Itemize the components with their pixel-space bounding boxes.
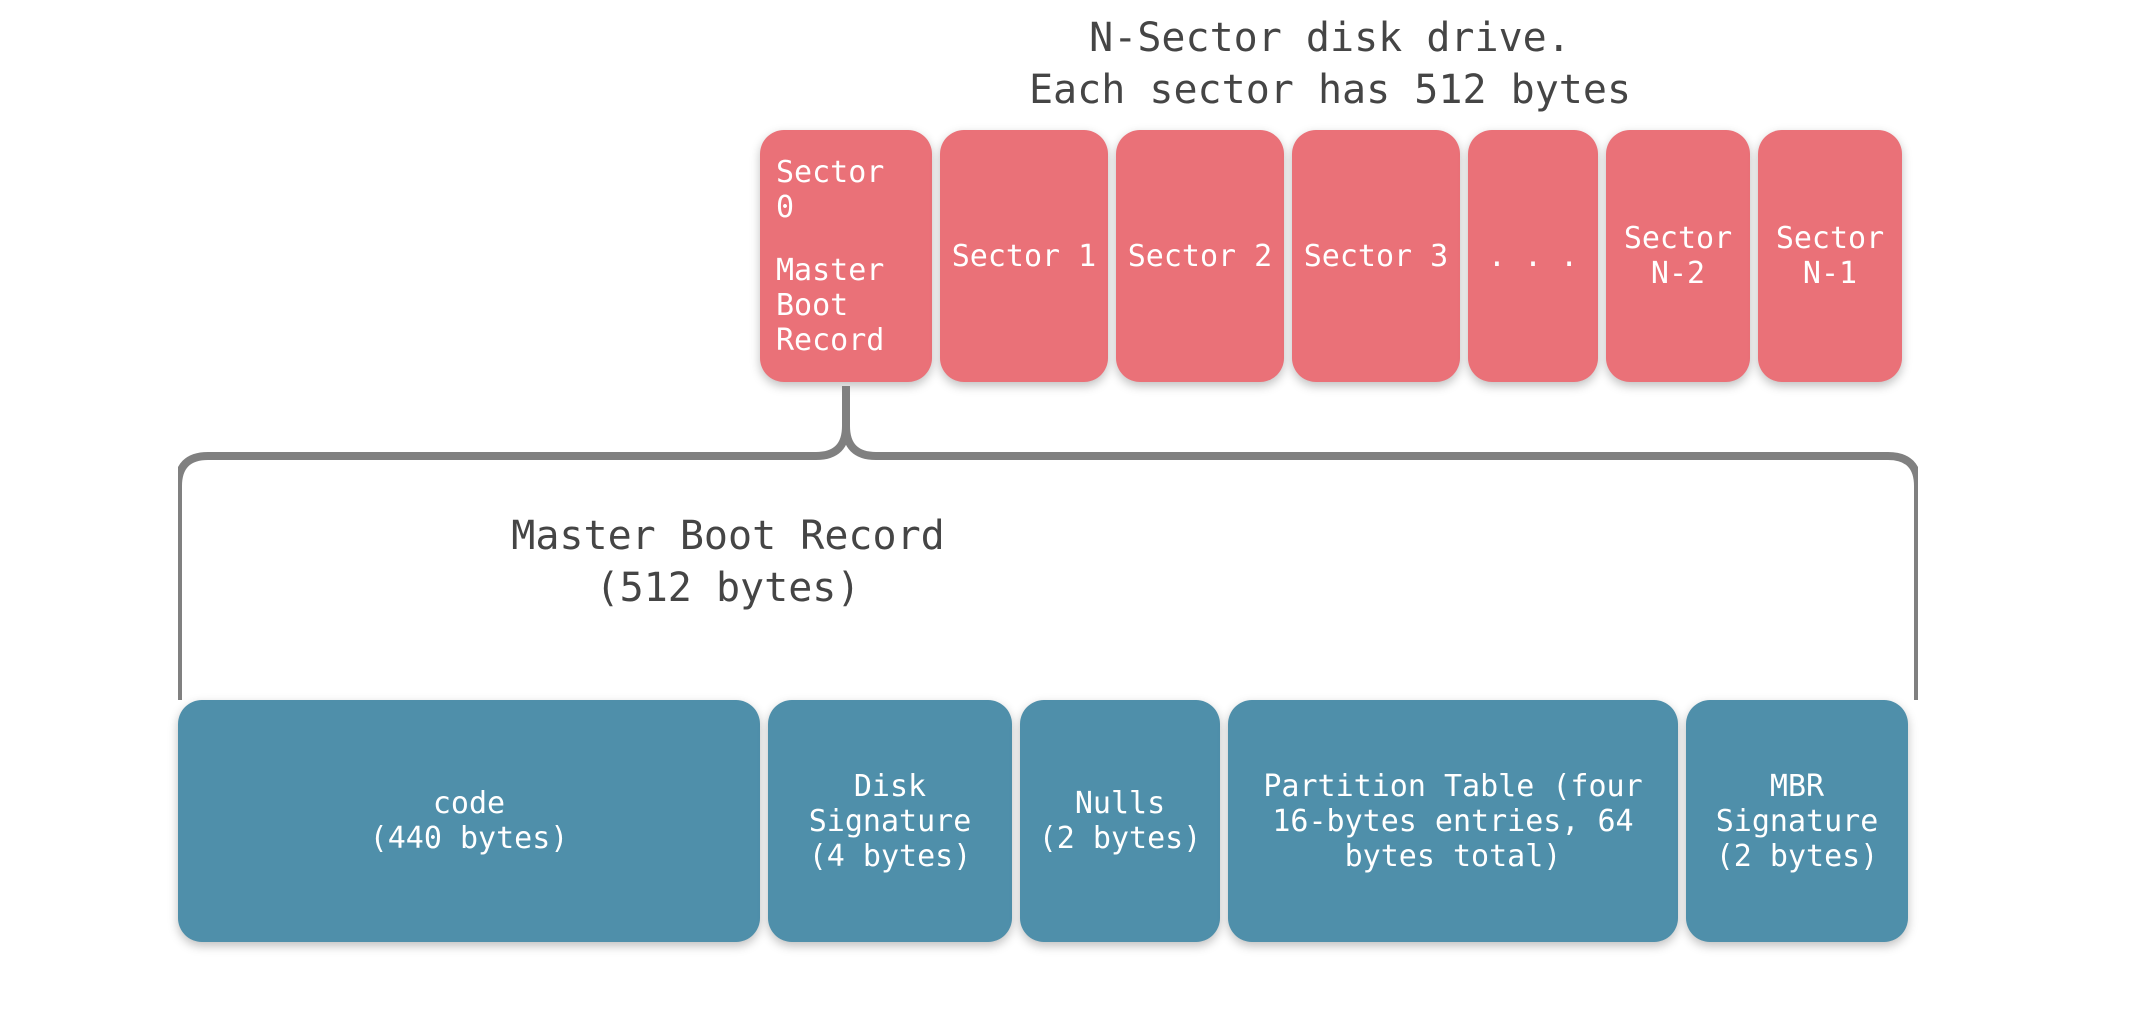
mbr-part-mbr-signature-label: MBR Signature (1707, 769, 1887, 839)
mbr-part-partition-table-label: Partition Table (four 16-bytes entries, … (1243, 769, 1663, 874)
mbr-title: Master Boot Record (512 bytes) (178, 510, 1278, 614)
sector-3-label: Sector 3 (1304, 239, 1449, 274)
mbr-part-disk-signature: Disk Signature (4 bytes) (768, 700, 1012, 942)
disk-title-line2: Each sector has 512 bytes (1029, 67, 1631, 113)
sector-3: Sector 3 (1292, 130, 1460, 382)
sector-0-label: Master Boot Record (776, 253, 896, 358)
sector-2-label: Sector 2 (1128, 239, 1273, 274)
sector-n-minus-1-label: Sector N-1 (1770, 221, 1890, 291)
mbr-part-code: code (440 bytes) (178, 700, 760, 942)
sector-n-minus-2-label: Sector N-2 (1618, 221, 1738, 291)
sector-2: Sector 2 (1116, 130, 1284, 382)
mbr-part-mbr-signature: MBR Signature (2 bytes) (1686, 700, 1908, 942)
mbr-part-mbr-signature-bytes: (2 bytes) (1716, 839, 1879, 874)
sector-ellipsis: . . . (1468, 130, 1598, 382)
mbr-part-nulls: Nulls (2 bytes) (1020, 700, 1220, 942)
sectors-row: Sector 0 Master Boot Record Sector 1 Sec… (760, 130, 1902, 382)
mbr-title-line2: (512 bytes) (596, 565, 861, 611)
sector-1-label: Sector 1 (952, 239, 1097, 274)
mbr-part-code-bytes: (440 bytes) (370, 821, 569, 856)
sector-0: Sector 0 Master Boot Record (760, 130, 932, 382)
mbr-part-disk-signature-bytes: (4 bytes) (809, 839, 972, 874)
sector-n-minus-1: Sector N-1 (1758, 130, 1902, 382)
disk-title: N-Sector disk drive. Each sector has 512… (760, 12, 1900, 116)
mbr-part-nulls-label: Nulls (1075, 786, 1165, 821)
mbr-title-line1: Master Boot Record (511, 513, 944, 559)
diagram-canvas: N-Sector disk drive. Each sector has 512… (0, 0, 2148, 1035)
disk-title-line1: N-Sector disk drive. (1089, 15, 1571, 61)
mbr-row: code (440 bytes) Disk Signature (4 bytes… (178, 700, 1908, 942)
sector-0-top: Sector 0 (776, 155, 916, 225)
mbr-part-disk-signature-label: Disk Signature (800, 769, 980, 839)
mbr-part-partition-table: Partition Table (four 16-bytes entries, … (1228, 700, 1678, 942)
mbr-part-code-label: code (433, 786, 505, 821)
sector-ellipsis-label: . . . (1488, 239, 1578, 274)
sector-n-minus-2: Sector N-2 (1606, 130, 1750, 382)
sector-1: Sector 1 (940, 130, 1108, 382)
mbr-part-nulls-bytes: (2 bytes) (1039, 821, 1202, 856)
